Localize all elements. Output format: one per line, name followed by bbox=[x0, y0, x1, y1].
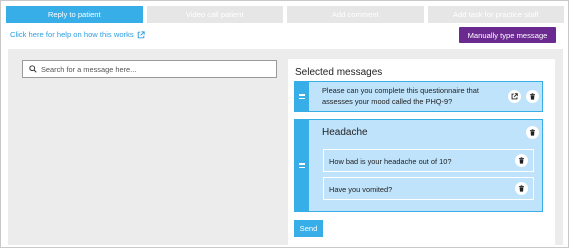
drag-handle[interactable] bbox=[295, 82, 309, 111]
delete-item-button[interactable] bbox=[515, 154, 528, 167]
delete-message-button[interactable] bbox=[526, 90, 539, 103]
group-message-item[interactable]: Have you vomited? bbox=[323, 177, 534, 200]
help-link-label: Click here for help on how this works bbox=[10, 30, 134, 39]
drag-handle-icon bbox=[299, 163, 305, 168]
selected-message-text: Please can you complete this questionnai… bbox=[322, 86, 479, 106]
selected-messages-panel: Selected messages Please can you complet… bbox=[288, 59, 555, 245]
external-link-icon bbox=[137, 30, 145, 38]
external-link-icon bbox=[511, 93, 518, 100]
group-heading: Headache bbox=[322, 127, 368, 138]
tab-video-call-patient[interactable]: Video call patient bbox=[146, 6, 283, 23]
trash-icon bbox=[530, 93, 535, 100]
manually-type-message-button[interactable]: Manually type message bbox=[459, 27, 556, 43]
group-message-text: How bad is your headache out of 10? bbox=[329, 157, 452, 166]
drag-handle-icon bbox=[299, 94, 305, 99]
open-message-button[interactable] bbox=[508, 90, 521, 103]
drag-handle[interactable] bbox=[295, 120, 309, 211]
trash-icon bbox=[530, 129, 535, 136]
search-input[interactable] bbox=[41, 64, 271, 74]
help-link[interactable]: Click here for help on how this works bbox=[10, 30, 145, 39]
selected-messages-title: Selected messages bbox=[295, 67, 383, 78]
group-message-text: Have you vomited? bbox=[329, 185, 393, 194]
selected-message-card[interactable]: Please can you complete this questionnai… bbox=[294, 81, 543, 112]
send-button[interactable]: Send bbox=[294, 220, 323, 237]
delete-item-button[interactable] bbox=[515, 182, 528, 195]
delete-group-button[interactable] bbox=[526, 126, 539, 139]
group-message-item[interactable]: How bad is your headache out of 10? bbox=[323, 149, 534, 172]
message-search-box[interactable] bbox=[22, 60, 277, 78]
trash-icon bbox=[519, 157, 524, 164]
message-group-card[interactable]: Headache How bad is your headache out of… bbox=[294, 119, 543, 212]
search-icon bbox=[29, 65, 37, 73]
tab-add-comment[interactable]: Add comment bbox=[287, 6, 424, 23]
trash-icon bbox=[519, 185, 524, 192]
tab-reply-to-patient[interactable]: Reply to patient bbox=[6, 6, 143, 23]
tab-add-task[interactable]: Add task for practice staff bbox=[427, 6, 564, 23]
reply-window: Reply to patient Video call patient Add … bbox=[0, 0, 569, 248]
tab-bar: Reply to patient Video call patient Add … bbox=[6, 6, 564, 23]
